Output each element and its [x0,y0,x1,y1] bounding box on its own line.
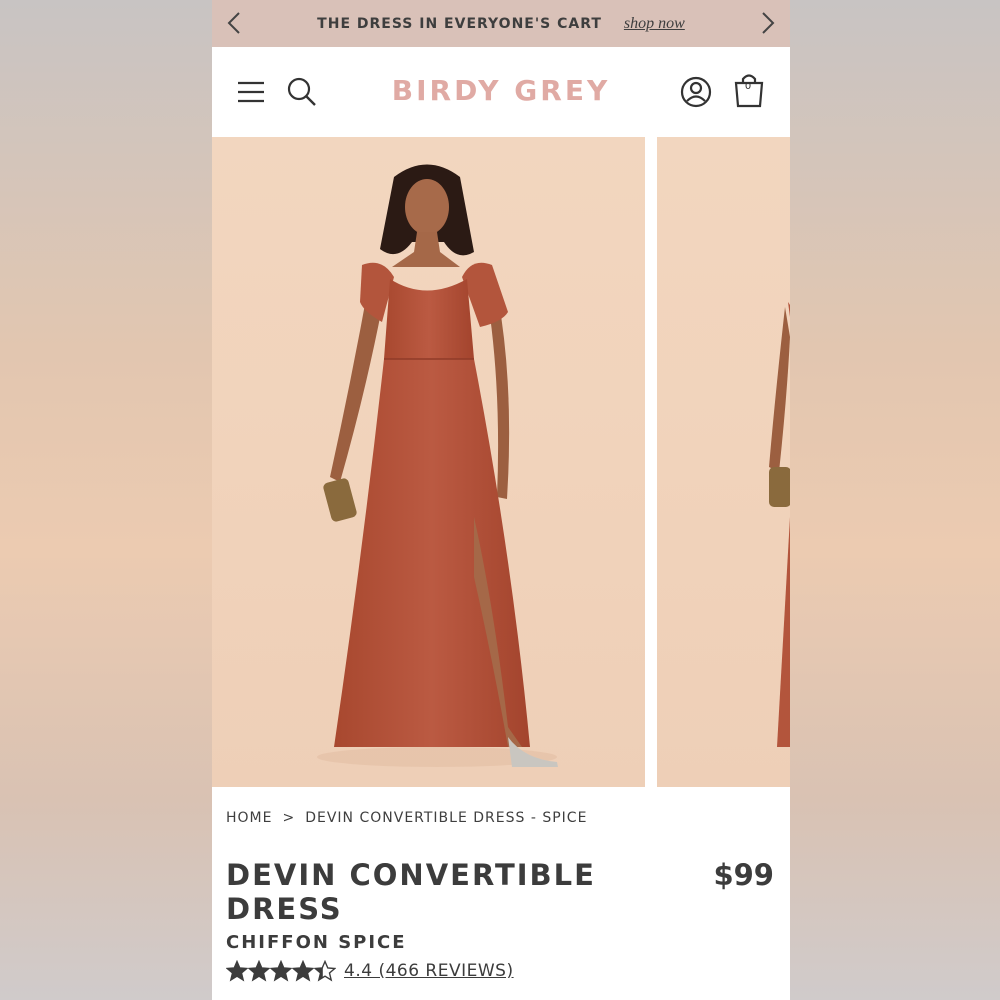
star-icon [270,960,292,982]
reviews-link[interactable]: 4.4 (466 REVIEWS) [344,961,514,981]
cart-count: 0 [744,81,752,92]
mobile-page: THE DRESS IN EVERYONE'S CART shop now BI… [212,0,790,1000]
product-variant: CHIFFON SPICE [226,932,407,953]
promo-bar: THE DRESS IN EVERYONE'S CART shop now [212,0,790,47]
star-icon [292,960,314,982]
product-image-gallery[interactable] [212,137,790,787]
cart-button[interactable]: 0 [732,71,766,108]
chevron-left-icon [227,12,240,34]
promo-prev-button[interactable] [220,9,248,37]
breadcrumb: HOME > DEVIN CONVERTIBLE DRESS - SPICE [226,810,587,826]
promo-text: THE DRESS IN EVERYONE'S CART [317,15,602,32]
shop-now-link[interactable]: shop now [624,15,685,33]
star-icon [226,960,248,982]
promo-next-button[interactable] [754,9,782,37]
dress-model-photo-partial [769,302,790,747]
chevron-right-icon [762,12,775,34]
product-image-next[interactable] [657,137,790,787]
star-icon [314,960,336,982]
background-right [790,0,1000,1000]
dress-model-photo [317,164,558,767]
star-icon [248,960,270,982]
breadcrumb-current: DEVIN CONVERTIBLE DRESS - SPICE [305,810,588,826]
site-header: BIRDY GREY 0 [212,47,790,137]
product-title: DEVIN CONVERTIBLE DRESS [226,858,596,926]
background-left [0,0,212,1000]
account-button[interactable] [679,75,713,109]
rating-stars [226,960,336,982]
product-image-main[interactable] [212,137,645,787]
breadcrumb-home-link[interactable]: HOME [226,810,272,826]
product-price: $99 [713,858,774,892]
breadcrumb-separator: > [282,810,296,826]
product-rating: 4.4 (466 REVIEWS) [226,960,514,982]
user-account-icon [680,76,712,108]
